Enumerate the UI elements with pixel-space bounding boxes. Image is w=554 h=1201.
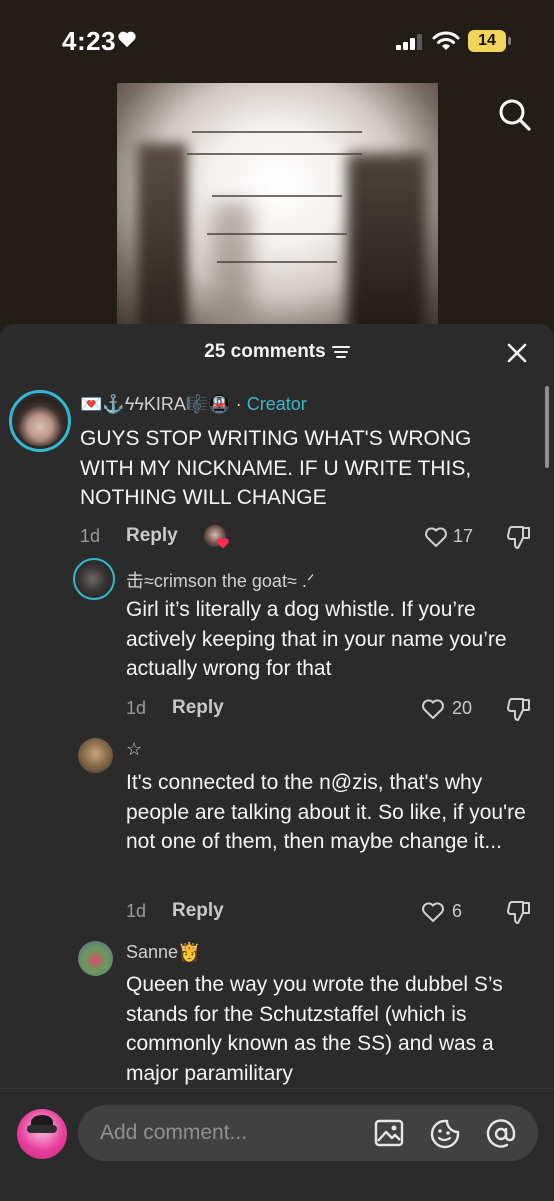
mention-icon[interactable]: [486, 1119, 516, 1149]
thumbnail-line: [187, 153, 362, 155]
comments-header: 25 comments: [0, 324, 554, 380]
reply-button[interactable]: Reply: [172, 697, 224, 719]
comment-composer: Add comment...: [0, 1088, 554, 1201]
dislike-icon[interactable]: [506, 524, 532, 550]
comment-text: Girl it’s literally a dog whistle. If yo…: [126, 598, 507, 680]
comments-count[interactable]: 25 comments: [0, 341, 554, 363]
battery-indicator: 14: [468, 30, 506, 52]
comment-text: GUYS STOP WRITING WHAT'S WRONG WITH MY N…: [80, 427, 472, 509]
comment-time: 1d: [126, 901, 147, 921]
reply-button[interactable]: Reply: [126, 525, 178, 547]
scrollbar[interactable]: [545, 386, 549, 468]
thumbnail-line: [192, 131, 362, 133]
dislike-icon[interactable]: [506, 696, 532, 722]
user-avatar: [17, 1109, 67, 1159]
like-count: 20: [452, 698, 473, 718]
comment-text: Queen the way you wrote the dubbel S’s s…: [126, 973, 503, 1085]
avatar-image: [15, 396, 65, 446]
cellular-signal-icon: [396, 34, 422, 50]
wifi-icon: [432, 31, 460, 50]
status-bar: 4:23 14: [0, 0, 554, 80]
avatar[interactable]: [78, 941, 113, 976]
battery-tip: [508, 37, 511, 45]
comment-input[interactable]: Add comment...: [78, 1105, 538, 1161]
thumbnail-figure-right: [347, 153, 427, 328]
avatar[interactable]: [73, 558, 115, 600]
like-count: 17: [453, 526, 474, 546]
comment-input-placeholder: Add comment...: [100, 1121, 248, 1144]
thumbnail-figure-left: [137, 143, 187, 328]
status-time: 4:23: [62, 26, 117, 56]
username-text: 💌⚓ϟϟKIRA🎼🚇: [80, 394, 231, 414]
comment-time: 1d: [80, 526, 101, 546]
creator-badge: Creator: [246, 394, 307, 414]
avatar-image: [77, 562, 111, 596]
creator-liked-heart-icon: [217, 538, 229, 549]
sticker-emoji-icon[interactable]: [430, 1119, 460, 1149]
separator-dot: ·: [235, 394, 242, 414]
avatar[interactable]: [78, 738, 113, 773]
like-heart-icon[interactable]: [424, 526, 448, 548]
search-icon[interactable]: [498, 98, 532, 132]
close-icon[interactable]: [507, 343, 527, 363]
reply-button[interactable]: Reply: [172, 900, 224, 922]
heart-status-icon: [118, 31, 136, 48]
comment-username[interactable]: Sanne👸: [126, 942, 200, 963]
comment-username[interactable]: 击≈crimson the goat≈ .ᐟ: [126, 567, 314, 593]
thumbnail-figure-center: [212, 203, 252, 323]
comment-text: It's connected to the n@zis, that's why …: [126, 771, 526, 853]
thumbnail-line: [217, 261, 337, 263]
like-heart-icon[interactable]: [421, 901, 445, 923]
avatar-glasses: [27, 1125, 57, 1133]
thumbnail-line: [212, 195, 342, 197]
comment-username[interactable]: 💌⚓ϟϟKIRA🎼🚇 · Creator: [80, 394, 307, 415]
comment-time: 1d: [126, 698, 147, 718]
like-count: 6: [452, 901, 463, 921]
avatar[interactable]: [9, 390, 71, 452]
comment-username[interactable]: ☆: [126, 739, 142, 760]
video-thumbnail[interactable]: [117, 83, 438, 328]
like-heart-icon[interactable]: [421, 698, 445, 720]
dislike-icon[interactable]: [506, 899, 532, 925]
comments-count-label: 25 comments: [204, 341, 326, 362]
sort-filter-icon[interactable]: [331, 345, 350, 359]
thumbnail-line: [207, 233, 347, 235]
battery-level: 14: [478, 32, 496, 49]
image-icon[interactable]: [374, 1119, 404, 1147]
comments-sheet: 25 comments 💌⚓ϟϟKIRA🎼🚇 · Creator GUYS ST…: [0, 324, 554, 1200]
